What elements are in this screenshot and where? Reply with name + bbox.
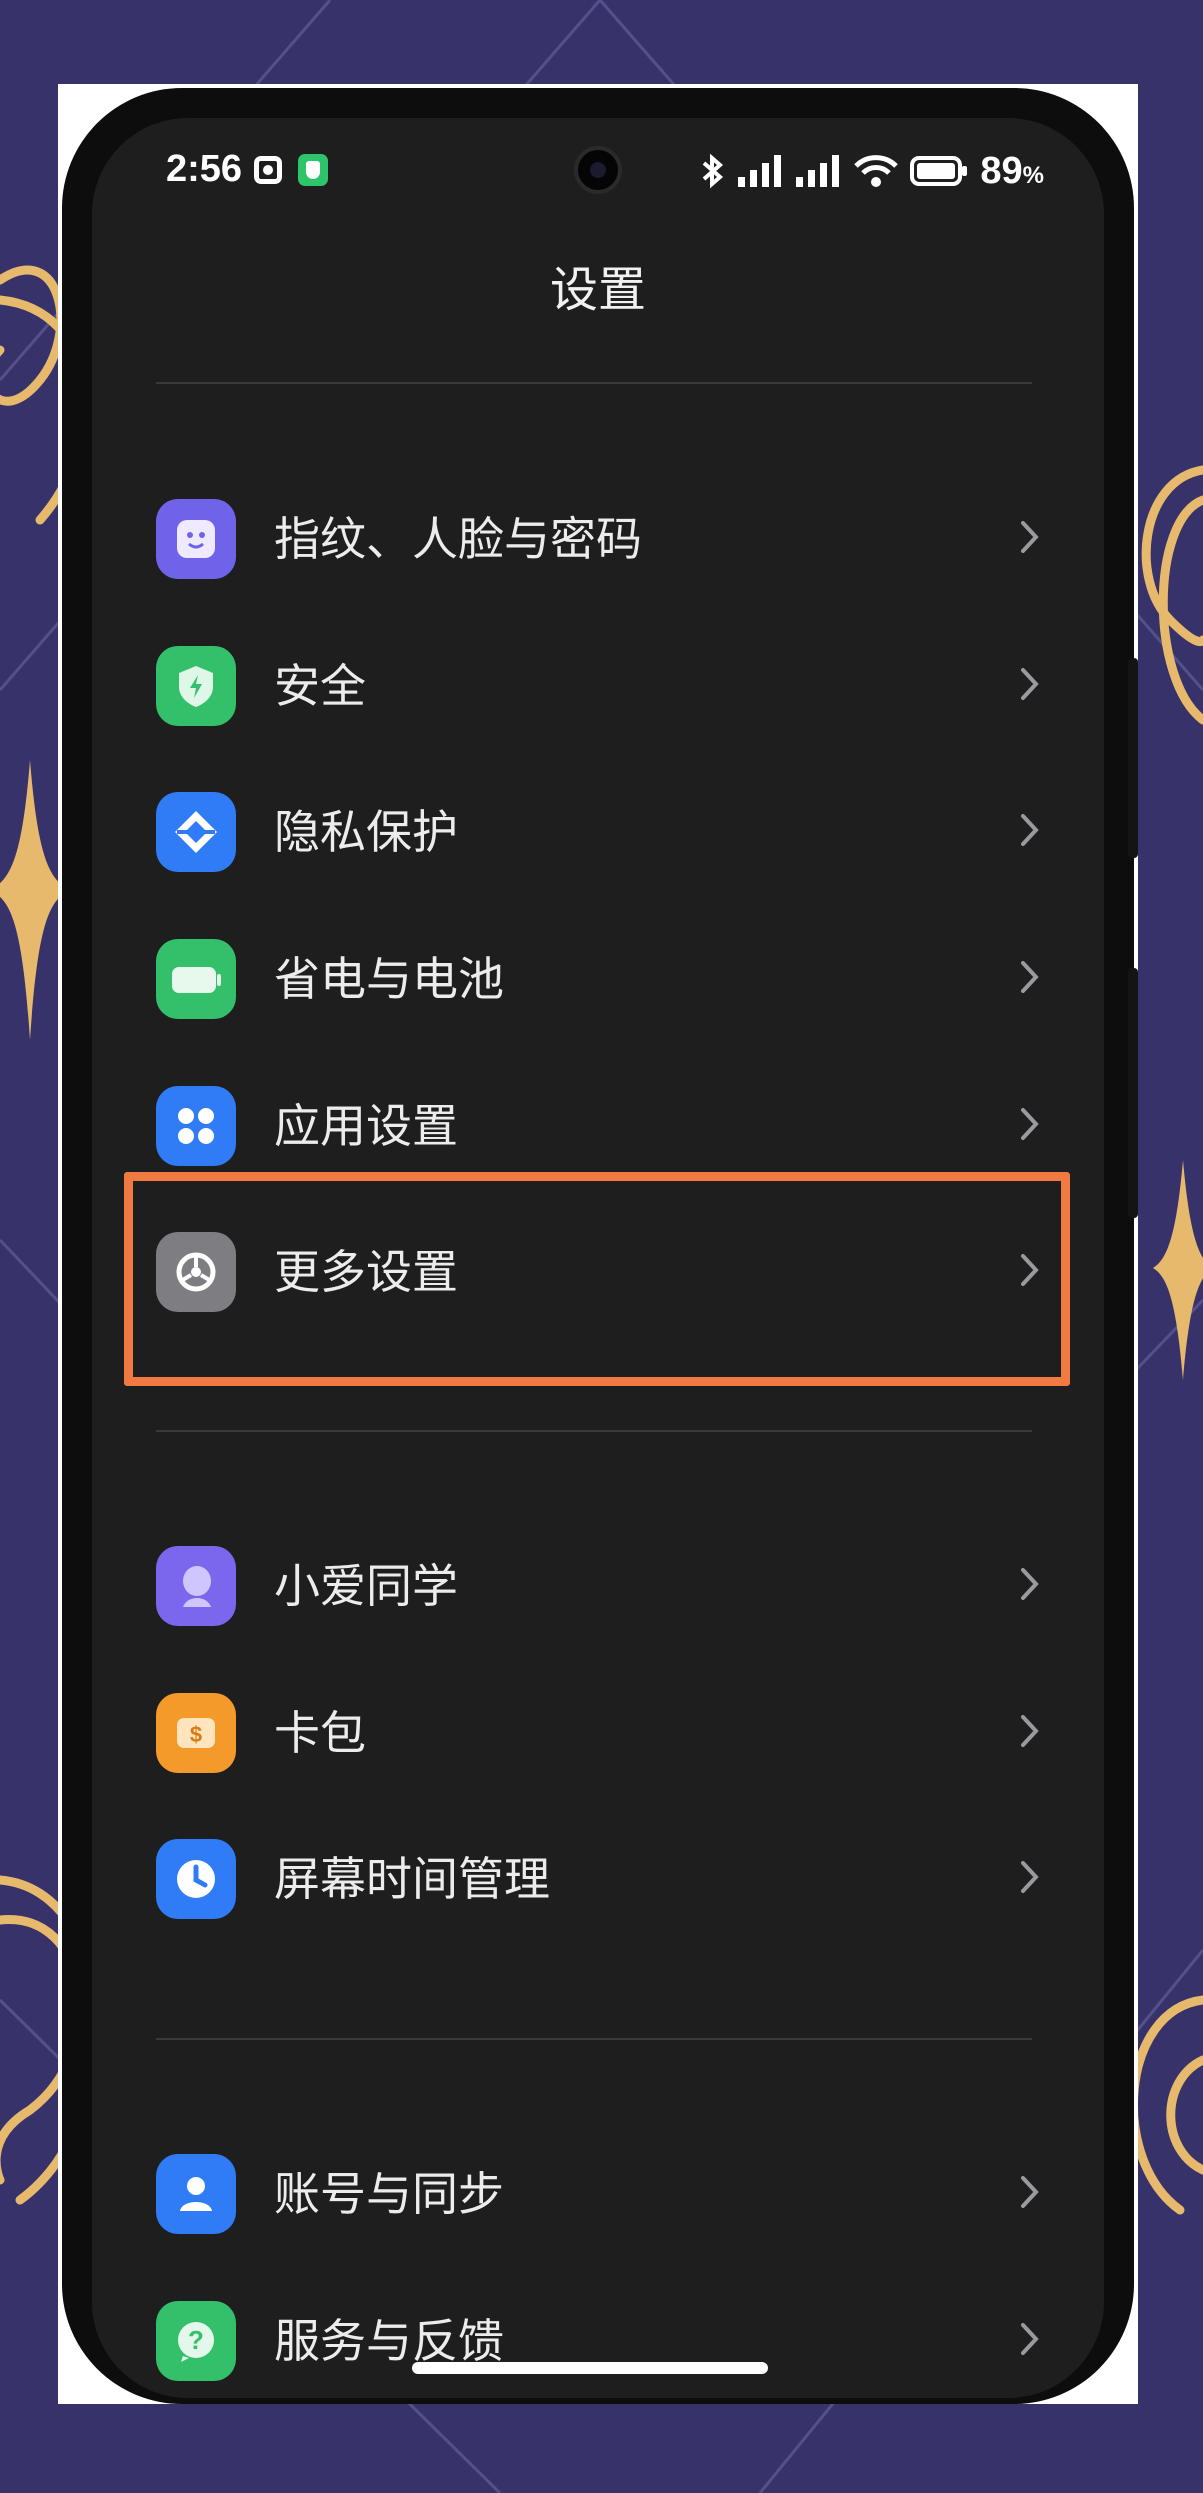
account-icon bbox=[156, 2154, 236, 2234]
settings-item-privacy[interactable]: 隐私保护 bbox=[156, 766, 1042, 886]
battery-icon bbox=[910, 156, 968, 186]
battery-percentage: 89% bbox=[980, 150, 1044, 193]
svg-text:$: $ bbox=[190, 1722, 202, 1747]
settings-item-screen-time[interactable]: 屏幕时间管理 bbox=[156, 1813, 1042, 1933]
chevron-right-icon bbox=[1021, 668, 1039, 700]
chevron-right-icon bbox=[1021, 1254, 1039, 1286]
group-divider bbox=[156, 1430, 1032, 1432]
svg-text:?: ? bbox=[188, 2325, 204, 2355]
settings-item-label: 卡包 bbox=[274, 1706, 366, 1760]
security-notification-icon bbox=[298, 154, 328, 186]
home-indicator[interactable] bbox=[412, 2362, 768, 2374]
wallet-icon: $ bbox=[156, 1693, 236, 1773]
settings-item-battery[interactable]: 省电与电池 bbox=[156, 913, 1042, 1033]
signal-1-icon bbox=[738, 155, 782, 187]
settings-item-label: 指纹、人脸与密码 bbox=[274, 512, 642, 566]
help-icon: ? bbox=[156, 2301, 236, 2381]
face-id-icon bbox=[156, 499, 236, 579]
settings-item-fingerprint-face-password[interactable]: 指纹、人脸与密码 bbox=[156, 473, 1042, 593]
settings-item-label: 账号与同步 bbox=[274, 2167, 504, 2221]
settings-item-service-feedback[interactable]: ? 服务与反馈 bbox=[156, 2275, 1042, 2395]
settings-item-label: 安全 bbox=[274, 659, 366, 713]
battery-unit: % bbox=[1022, 161, 1044, 189]
battery-value: 89 bbox=[980, 149, 1023, 192]
apps-grid-icon bbox=[156, 1086, 236, 1166]
chevron-right-icon bbox=[1021, 1568, 1039, 1600]
wifi-icon bbox=[854, 155, 899, 187]
chevron-right-icon bbox=[1021, 1108, 1039, 1140]
settings-item-label: 隐私保护 bbox=[274, 805, 458, 859]
settings-item-account-sync[interactable]: 账号与同步 bbox=[156, 2128, 1042, 2248]
page-title: 设置 bbox=[549, 262, 646, 318]
chevron-right-icon bbox=[1021, 521, 1039, 553]
phone-screen: 2:56 89% 设置 指纹、人脸与密码 安全 隐私保护 省电与电池 应用设置 … bbox=[92, 118, 1104, 2398]
assistant-icon bbox=[156, 1546, 236, 1626]
chevron-right-icon bbox=[1021, 1861, 1039, 1893]
shield-icon bbox=[156, 646, 236, 726]
settings-item-label: 应用设置 bbox=[274, 1099, 458, 1153]
chevron-right-icon bbox=[1021, 1715, 1039, 1747]
title-divider bbox=[156, 382, 1032, 384]
settings-item-label: 省电与电池 bbox=[274, 952, 504, 1006]
status-time: 2:56 bbox=[166, 148, 243, 190]
settings-item-wallet[interactable]: $ 卡包 bbox=[156, 1667, 1042, 1787]
settings-item-more-settings[interactable]: 更多设置 bbox=[156, 1206, 1042, 1326]
settings-item-security[interactable]: 安全 bbox=[156, 620, 1042, 740]
chevron-right-icon bbox=[1021, 2176, 1039, 2208]
battery-icon bbox=[156, 939, 236, 1019]
status-bar: 2:56 89% bbox=[92, 118, 1104, 218]
bluetooth-icon bbox=[703, 153, 724, 189]
gear-icon bbox=[156, 1232, 236, 1312]
settings-item-xiaoai[interactable]: 小爱同学 bbox=[156, 1520, 1042, 1640]
signal-2-icon bbox=[796, 155, 840, 187]
chevron-right-icon bbox=[1021, 2323, 1039, 2355]
clock-icon bbox=[156, 1839, 236, 1919]
settings-item-app-settings[interactable]: 应用设置 bbox=[156, 1060, 1042, 1180]
chevron-right-icon bbox=[1021, 961, 1039, 993]
settings-item-label: 小爱同学 bbox=[274, 1559, 458, 1613]
notification-icon bbox=[254, 156, 282, 184]
group-divider bbox=[156, 2038, 1032, 2040]
front-camera bbox=[574, 146, 622, 194]
privacy-icon bbox=[156, 792, 236, 872]
settings-item-label: 更多设置 bbox=[274, 1245, 458, 1299]
settings-item-label: 屏幕时间管理 bbox=[274, 1852, 550, 1906]
chevron-right-icon bbox=[1021, 814, 1039, 846]
